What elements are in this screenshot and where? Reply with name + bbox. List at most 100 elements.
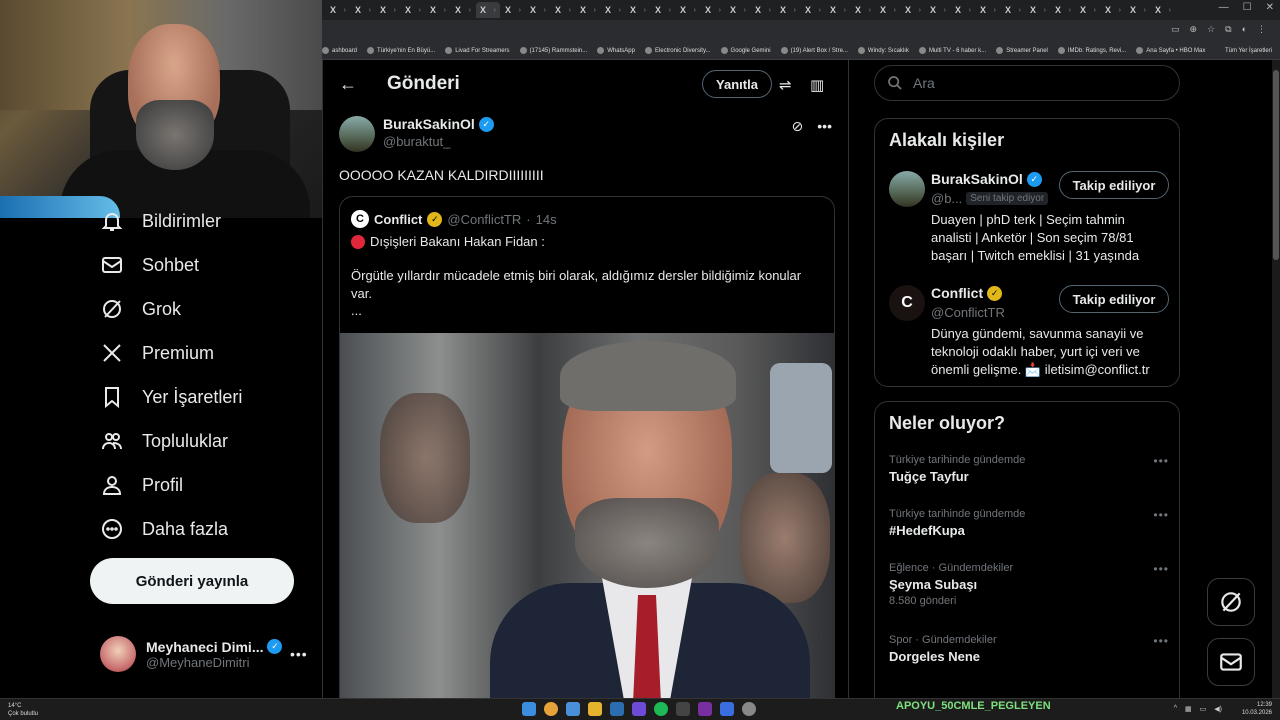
chrome-icon[interactable] — [544, 702, 558, 716]
browser-tab[interactable]: X › — [776, 2, 800, 18]
scrollbar[interactable] — [1272, 60, 1280, 698]
app-icon[interactable] — [566, 702, 580, 716]
tab-close-icon[interactable]: › — [1044, 7, 1046, 14]
browser-tab[interactable]: X › — [751, 2, 775, 18]
browser-tab[interactable]: X › — [576, 2, 600, 18]
tab-close-icon[interactable]: › — [369, 7, 371, 14]
tab-close-icon[interactable]: › — [994, 7, 996, 14]
zoom-icon[interactable]: ⊕ — [1190, 24, 1198, 35]
bookmark-item[interactable]: ashboard — [322, 47, 357, 54]
trend-item[interactable]: Spor · Gündemdekiler Dorgeles Nene ••• — [889, 634, 1169, 664]
tab-close-icon[interactable]: › — [819, 7, 821, 14]
bookmark-item[interactable]: Multi TV - 6 haber k... — [918, 47, 986, 54]
nav-profile[interactable]: Profil — [100, 470, 183, 500]
following-button[interactable]: Takip ediliyor — [1059, 171, 1169, 199]
bookmark-item[interactable]: Livad For Streamers — [445, 47, 510, 54]
post-button[interactable]: Gönderi yayınla — [90, 558, 294, 604]
more-options-icon[interactable]: ••• — [1153, 634, 1169, 648]
tab-close-icon[interactable]: › — [619, 7, 621, 14]
browser-tab[interactable]: X › — [801, 2, 825, 18]
bookmark-item[interactable]: (17145) Rammstein... — [519, 47, 587, 54]
author-name[interactable]: BurakSakinOl — [383, 116, 475, 132]
following-button[interactable]: Takip ediliyor — [1059, 285, 1169, 313]
browser-tab[interactable]: X › — [901, 2, 925, 18]
tab-close-icon[interactable]: › — [544, 7, 546, 14]
browser-tab[interactable]: X › — [976, 2, 1000, 18]
reply-button[interactable]: Yanıtla — [702, 70, 772, 98]
browser-tab[interactable]: X › — [951, 2, 975, 18]
obs-icon[interactable] — [742, 702, 756, 716]
browser-tab[interactable]: X › — [501, 2, 525, 18]
browser-tab[interactable]: X › — [526, 2, 550, 18]
browser-tab[interactable]: X › — [1026, 2, 1050, 18]
tab-close-icon[interactable]: › — [1144, 7, 1146, 14]
bookmark-item[interactable]: Windy: Sıcaklık — [857, 47, 909, 54]
tab-close-icon[interactable]: › — [1069, 7, 1071, 14]
browser-tab[interactable]: X › — [351, 2, 375, 18]
browser-tab[interactable]: X › — [726, 2, 750, 18]
person-name[interactable]: BurakSakinOl — [931, 171, 1023, 187]
spotify-icon[interactable] — [654, 702, 668, 716]
bookmark-item[interactable]: IMDb: Ratings, Revi... — [1057, 47, 1126, 54]
tab-close-icon[interactable]: › — [394, 7, 396, 14]
minimize-icon[interactable]: — — [1219, 2, 1229, 13]
all-bookmarks-folder[interactable]: Tüm Yer İşaretleri — [1225, 48, 1280, 54]
tab-close-icon[interactable]: › — [1169, 7, 1171, 14]
display-icon[interactable]: ▭ — [1200, 705, 1207, 713]
author-handle[interactable]: @buraktut_ — [383, 134, 494, 149]
avatar[interactable] — [889, 171, 925, 207]
app-icon[interactable] — [632, 702, 646, 716]
browser-tab[interactable]: X › — [426, 2, 450, 18]
nav-bookmarks[interactable]: Yer İşaretleri — [100, 382, 242, 412]
chevron-up-icon[interactable]: ^ — [1174, 705, 1177, 713]
star-icon[interactable]: ☆ — [1207, 24, 1215, 35]
reader-view-icon[interactable]: ▥ — [810, 76, 824, 94]
quote-photo[interactable] — [340, 333, 834, 698]
browser-tab[interactable]: X › — [326, 2, 350, 18]
grok-fab-button[interactable] — [1207, 578, 1255, 626]
bookmark-item[interactable]: Electronic Diversity... — [644, 47, 711, 54]
tab-close-icon[interactable]: › — [344, 7, 346, 14]
more-options-icon[interactable]: ••• — [817, 118, 832, 135]
tweet-author[interactable]: BurakSakinOl ✓ @buraktut_ — [339, 116, 494, 152]
bookmark-item[interactable]: Streamer Panel — [996, 47, 1048, 54]
browser-tab[interactable]: X › — [1126, 2, 1150, 18]
more-options-icon[interactable]: ••• — [1153, 454, 1169, 468]
tab-close-icon[interactable]: › — [469, 7, 471, 14]
windows-start-icon[interactable] — [522, 702, 536, 716]
steam-icon[interactable] — [610, 702, 624, 716]
network-icon[interactable]: ▦ — [1185, 705, 1192, 713]
trend-item[interactable]: Türkiye tarihinde gündemde #HedefKupa ••… — [889, 508, 1169, 538]
search-input[interactable]: Ara — [874, 65, 1180, 101]
sliders-icon[interactable]: ⇌ — [779, 76, 792, 94]
browser-tab[interactable]: X › — [851, 2, 875, 18]
tab-close-icon[interactable]: › — [944, 7, 946, 14]
extensions-icon[interactable]: ⧉ — [1225, 24, 1231, 35]
browser-tab[interactable]: X › — [1001, 2, 1025, 18]
app-icon[interactable] — [676, 702, 690, 716]
tab-close-icon[interactable]: › — [919, 7, 921, 14]
tab-close-icon[interactable]: › — [894, 7, 896, 14]
tab-close-icon[interactable]: › — [969, 7, 971, 14]
browser-tab[interactable]: X › — [926, 2, 950, 18]
volume-icon[interactable]: ◀) — [1214, 705, 1222, 713]
tab-close-icon[interactable]: › — [844, 7, 846, 14]
browser-tab[interactable]: X › — [876, 2, 900, 18]
bookmark-item[interactable]: Türkiye'nin En Büyü... — [367, 47, 435, 54]
browser-tab[interactable]: X › — [476, 2, 500, 18]
nav-more[interactable]: Daha fazla — [100, 514, 228, 544]
tab-close-icon[interactable]: › — [419, 7, 421, 14]
cast-icon[interactable]: ▭ — [1171, 24, 1180, 35]
browser-tab[interactable]: X › — [401, 2, 425, 18]
bookmark-item[interactable]: Google Gemini — [720, 47, 771, 54]
more-options-icon[interactable]: ••• — [1153, 508, 1169, 522]
trend-item[interactable]: Türkiye tarihinde gündemde Tuğçe Tayfur … — [889, 454, 1169, 484]
browser-tab[interactable]: X › — [1076, 2, 1100, 18]
tab-close-icon[interactable]: › — [869, 7, 871, 14]
browser-tab[interactable]: X › — [601, 2, 625, 18]
back-arrow-icon[interactable]: ← — [339, 74, 357, 95]
browser-tab[interactable]: X › — [626, 2, 650, 18]
tab-close-icon[interactable]: › — [569, 7, 571, 14]
account-switcher[interactable]: Meyhaneci Dimi... ✓ @MeyhaneDimitri — [100, 636, 283, 672]
bookmark-item[interactable]: (19) Alert Box / Stre... — [780, 47, 848, 54]
